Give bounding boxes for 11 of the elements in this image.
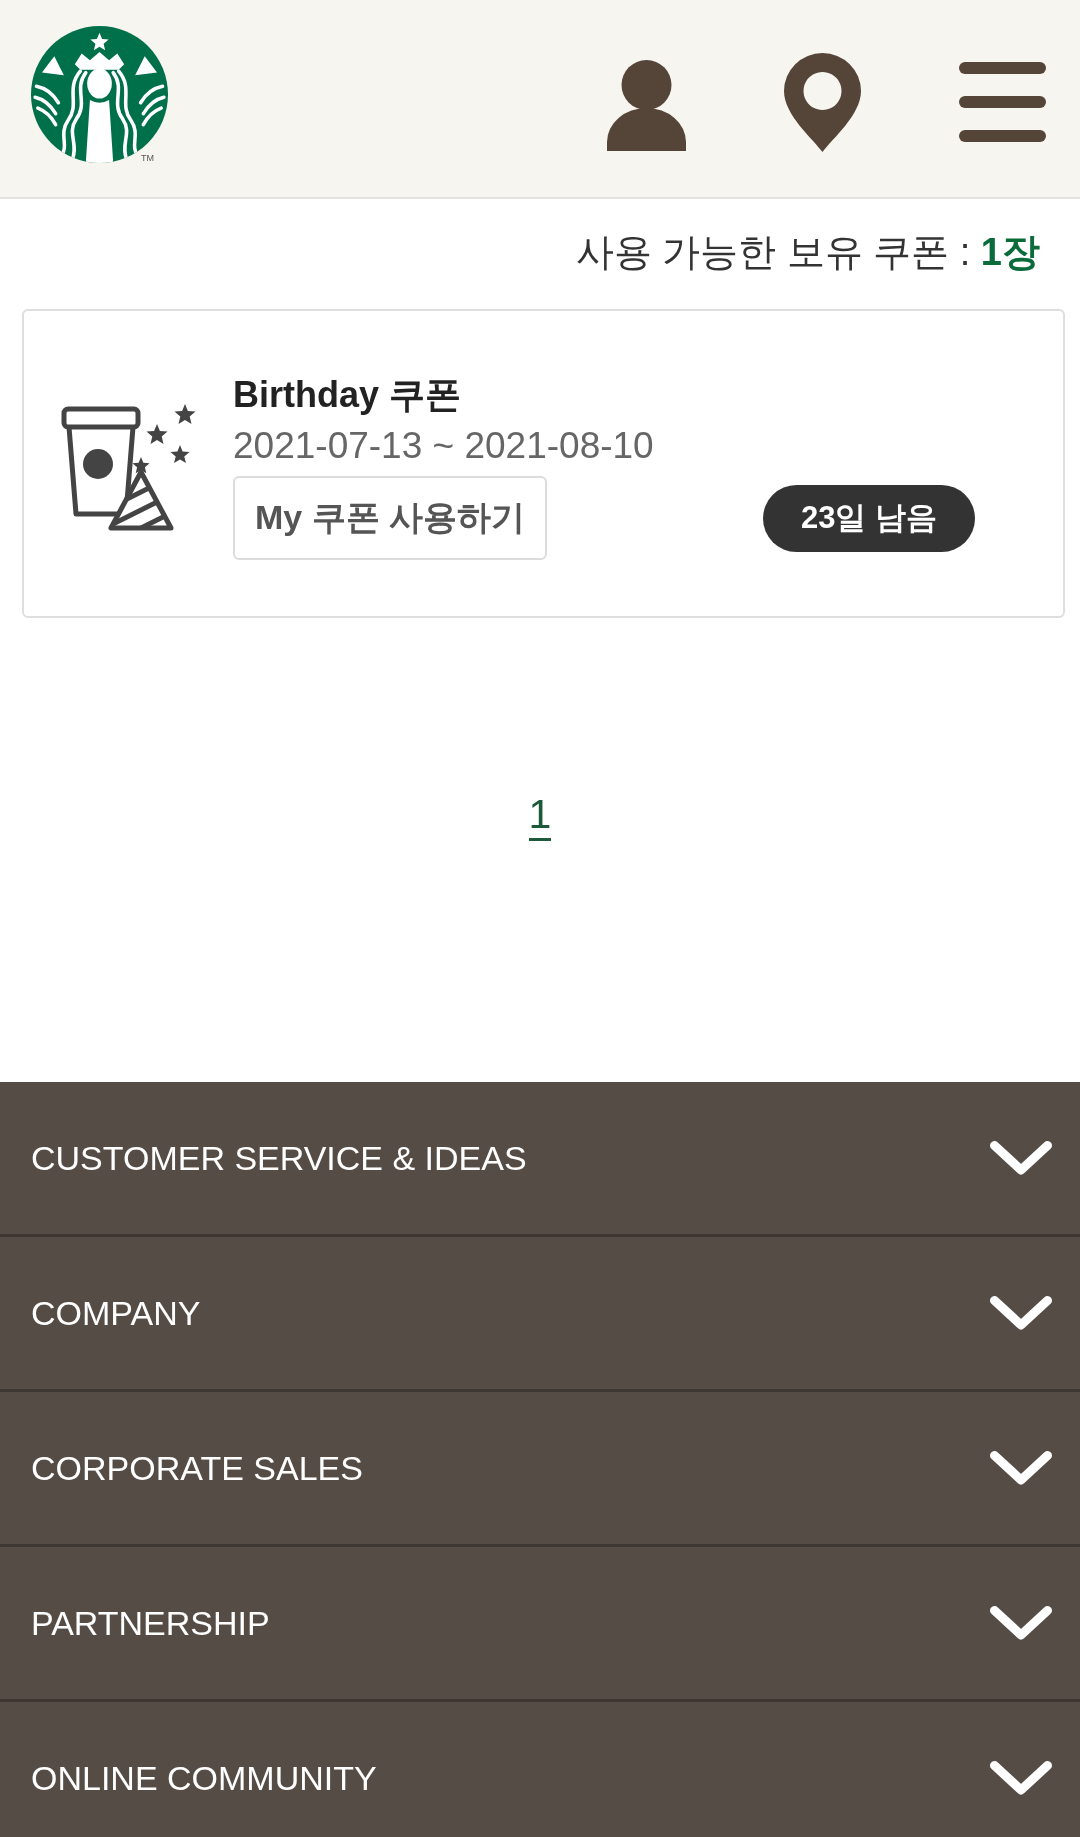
map-pin-icon[interactable] <box>784 53 861 152</box>
coupon-count-text: 사용 가능한 보유 쿠폰 : 1장 <box>574 230 1040 275</box>
coupon-title: Birthday 쿠폰 <box>233 373 462 417</box>
use-coupon-button[interactable]: My 쿠폰 사용하기 <box>233 476 548 560</box>
coupon-period: 2021-07-13 ~ 2021-08-10 <box>233 424 654 468</box>
remaining-days-badge: 23일 남음 <box>762 484 975 552</box>
person-icon[interactable] <box>607 60 686 151</box>
trademark-mark: TM <box>141 154 154 163</box>
page-link[interactable]: 1 <box>528 793 552 841</box>
menu-icon[interactable] <box>959 62 1046 142</box>
logo-icon[interactable] <box>31 26 168 163</box>
